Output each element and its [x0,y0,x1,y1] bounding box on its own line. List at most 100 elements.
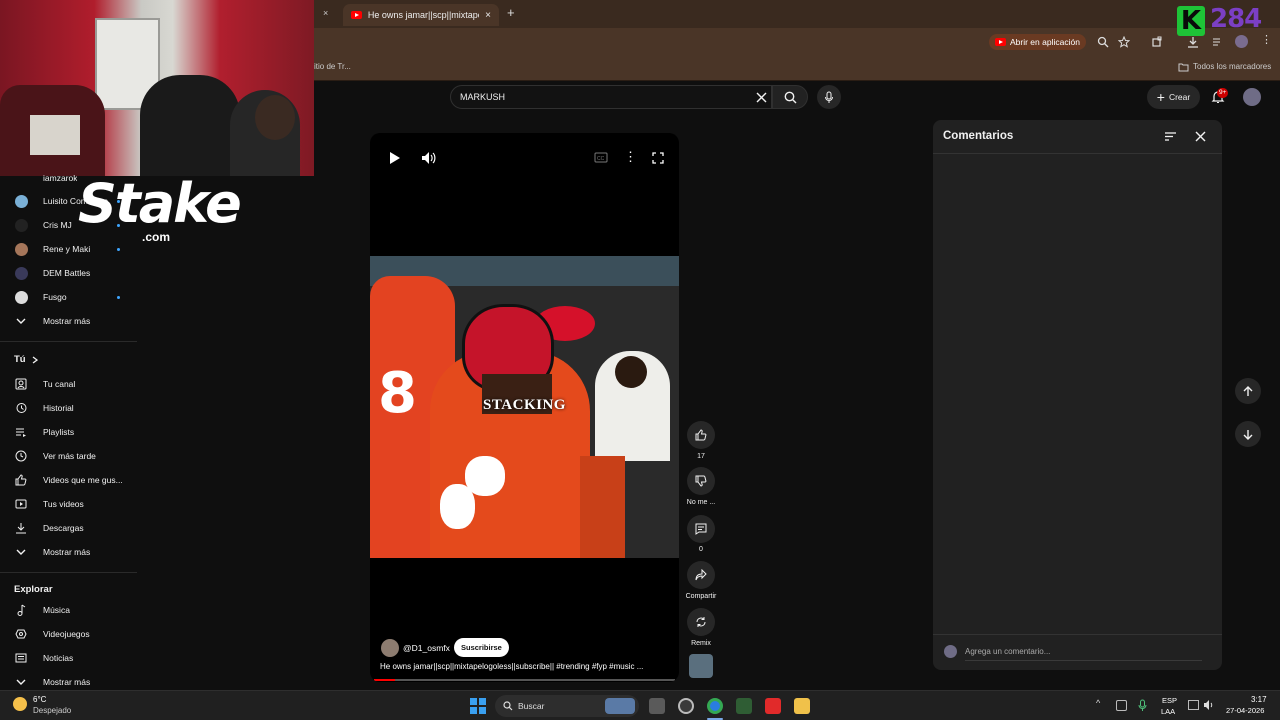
account-avatar[interactable] [1243,88,1261,106]
close-tab-icon[interactable]: × [323,8,328,18]
sidebar-item-fusgo[interactable]: Fusgo [0,285,137,309]
microphone-icon[interactable] [1138,699,1147,712]
next-short-button[interactable] [1235,421,1261,447]
app-icon[interactable] [678,698,694,714]
sidebar-item-label: Música [43,605,70,615]
video-frame[interactable]: 8 STACKING [370,256,679,558]
weather-temp[interactable]: 6°C [33,695,46,704]
voice-search-button[interactable] [817,85,841,109]
search-button[interactable] [772,85,808,109]
sidebar-item-tus-videos[interactable]: Tus videos [0,492,137,516]
sidebar-item-dem-battles[interactable]: DEM Battles [0,261,137,285]
task-view-icon[interactable] [649,698,665,714]
sidebar-item-tu-canal[interactable]: Tu canal [0,372,137,396]
windows-start-icon[interactable] [470,698,486,714]
display-icon[interactable] [1188,700,1199,710]
youtube-app-icon[interactable] [765,698,781,714]
volume-icon[interactable] [421,151,436,165]
sort-icon[interactable] [1164,131,1177,142]
sidebar-item-descargas[interactable]: Descargas [0,516,137,540]
new-tab-icon[interactable]: + [507,5,515,20]
tab-title: He owns jamar||scp||mixtapelogoless||sub… [367,10,480,20]
shorts-player[interactable]: CC ⋮ 8 STACKING @D1_osmfx Suscribirse He… [370,133,679,682]
progress-track[interactable] [374,679,675,681]
channel-avatar[interactable] [381,639,399,657]
media-control-icon[interactable] [1212,36,1224,48]
sidebar-item-noticias[interactable]: Noticias [0,646,137,670]
video-description[interactable]: He owns jamar||scp||mixtapelogoless||sub… [380,662,665,671]
sidebar-item-label: Playlists [43,427,75,437]
thumbs-down-icon [695,475,707,487]
previous-short-button[interactable] [1235,378,1261,404]
music-note-icon [17,604,26,616]
sound-thumbnail[interactable] [689,654,713,678]
speaker-icon[interactable] [1203,699,1215,711]
divider [933,634,1222,635]
profile-avatar[interactable] [1235,35,1248,48]
playlist-icon [16,428,26,437]
extensions-icon[interactable] [1151,36,1163,48]
sidebar-item-videojuegos[interactable]: Videojuegos [0,622,137,646]
sidebar-item-musica[interactable]: Música [0,598,137,622]
comment-count: 0 [699,546,703,553]
bookmark-star-icon[interactable] [1118,36,1130,48]
taskbar: 6°C Despejado Buscar ^ ESP LAA 3:17 27-0… [0,690,1280,720]
webcam-overlay [0,0,314,176]
channel-avatar [14,266,28,280]
network-icon[interactable] [1116,700,1127,711]
play-icon[interactable] [389,152,400,164]
search-input[interactable]: MARKUSH [460,92,505,102]
video-jersey-number: 8 [378,361,417,426]
close-tab-icon[interactable]: × [485,10,491,21]
subscribe-button[interactable]: Suscribirse [454,638,509,657]
sidebar-item-label: Mostrar más [43,677,91,687]
sidebar-item-playlists[interactable]: Playlists [0,420,137,444]
zoom-icon[interactable] [1097,36,1109,48]
chevron-up-icon[interactable]: ^ [1096,698,1100,708]
thumbs-up-icon [15,474,27,486]
download-icon[interactable] [1187,36,1199,48]
sidebar-item-ver-mas-tarde[interactable]: Ver más tarde [0,444,137,468]
browser-menu-icon[interactable]: ⋮ [1261,33,1272,46]
clear-search-icon[interactable] [756,92,767,103]
remix-button[interactable] [687,608,715,636]
app-icon[interactable] [736,698,752,714]
clock-date[interactable]: 27-04-2026 [1226,706,1264,715]
clock-time[interactable]: 3:17 [1251,695,1267,704]
sidebar-item-liked-videos[interactable]: Videos que me gus... [0,468,137,492]
stake-logo: Stake .com [78,172,242,248]
folder-icon [1178,63,1189,72]
user-avatar [944,645,957,658]
sidebar-item-historial[interactable]: Historial [0,396,137,420]
fullscreen-icon[interactable] [652,152,664,164]
chrome-icon[interactable] [707,698,723,714]
news-icon [15,653,27,663]
show-more-subscriptions[interactable]: Mostrar más [0,309,137,333]
create-button[interactable]: + Crear [1147,85,1200,109]
share-button[interactable] [687,561,715,589]
show-more-you[interactable]: Mostrar más [0,540,137,564]
more-options-icon[interactable]: ⋮ [624,149,637,165]
search-box[interactable]: MARKUSH [450,85,772,109]
add-comment-input[interactable]: Agrega un comentario... [965,647,1050,656]
open-in-app-button[interactable]: Abrir en aplicación [989,34,1086,50]
bookmark-item[interactable]: itio de Tr... [314,62,351,71]
close-icon[interactable] [1195,131,1206,142]
file-explorer-icon[interactable] [794,698,810,714]
keyboard-layout-indicator[interactable]: LAA [1161,707,1175,716]
channel-name[interactable]: @D1_osmfx [403,643,450,653]
captions-icon[interactable]: CC [594,152,608,163]
you-section-title[interactable]: Tú [14,354,38,365]
sidebar-item-label: Mostrar más [43,316,91,326]
comments-header: Comentarios [933,120,1222,154]
tab-active[interactable]: He owns jamar||scp||mixtapelogoless||sub… [343,4,499,26]
weather-condition[interactable]: Despejado [33,706,71,715]
comments-button[interactable] [687,515,715,543]
search-icon [503,701,513,711]
taskbar-search-box[interactable]: Buscar [495,695,639,717]
language-indicator[interactable]: ESP [1162,696,1177,705]
all-bookmarks-link[interactable]: Todos los marcadores [1193,62,1271,71]
section-title: Tú [14,354,26,365]
dislike-button[interactable] [687,467,715,495]
like-button[interactable] [687,421,715,449]
